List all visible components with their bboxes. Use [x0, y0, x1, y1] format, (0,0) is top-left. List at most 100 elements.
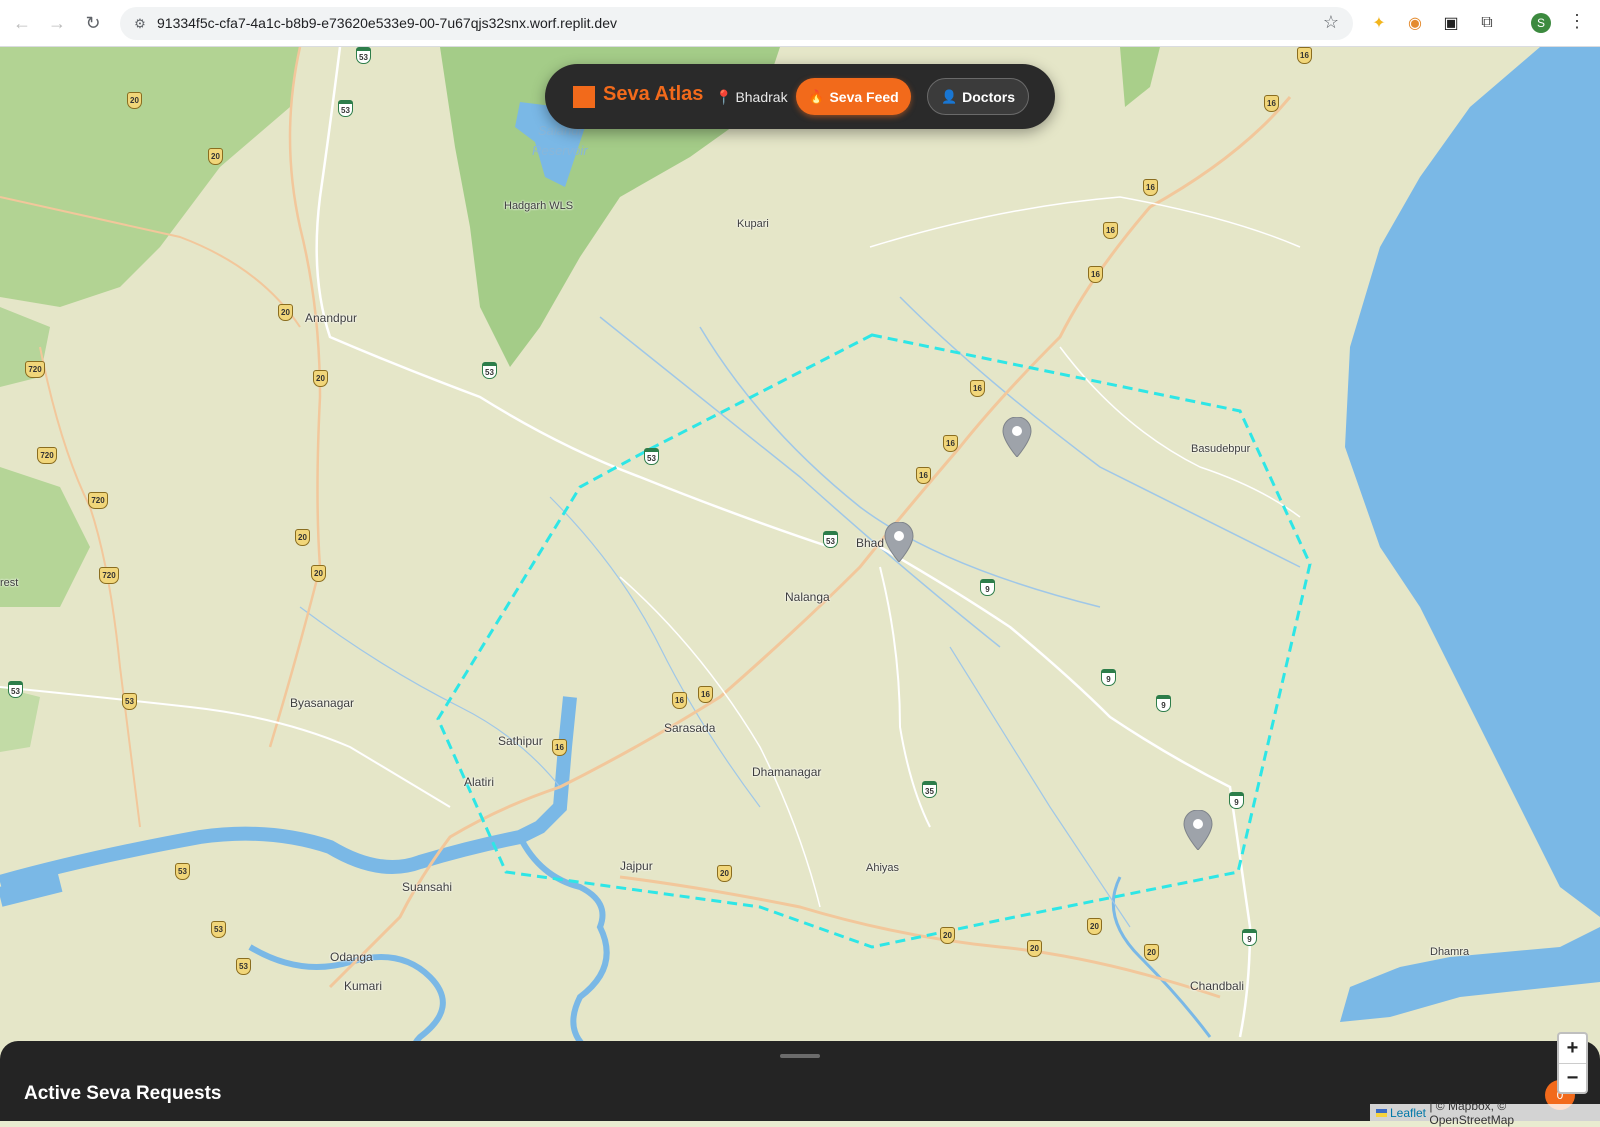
app-header: Seva Atlas 📍 Bhadrak 🔥 Seva Feed 👤 Doctors: [545, 64, 1055, 129]
zoom-in-button[interactable]: +: [1559, 1034, 1586, 1064]
highway-shield: 20: [1144, 944, 1159, 961]
highway-shield: 20: [313, 370, 328, 387]
address-bar[interactable]: ⚙ 91334f5c-cfa7-4a1c-b8b9-e73620e533e9-0…: [120, 7, 1353, 40]
highway-shield: 720: [25, 361, 45, 378]
highway-shield: 16: [1297, 47, 1312, 64]
place-dhamra: Dhamra: [1430, 946, 1470, 958]
place-sarasada: Sarasada: [664, 721, 716, 735]
highway-shield: 20: [278, 304, 293, 321]
map-attribution: Leaflet | © Mapbox, © OpenStreetMap: [1370, 1099, 1600, 1127]
highway-shield: 16: [1143, 179, 1158, 196]
highway-shield: 53: [236, 958, 251, 975]
highway-shield: 720: [88, 492, 108, 509]
drag-handle[interactable]: [780, 1054, 820, 1058]
forward-arrow-icon[interactable]: →: [44, 10, 70, 36]
zoom-out-button[interactable]: −: [1559, 1064, 1586, 1093]
place-kupari: Kupari: [737, 218, 769, 230]
seva-feed-button[interactable]: 🔥 Seva Feed: [796, 78, 911, 115]
seva-feed-label: Seva Feed: [829, 88, 899, 105]
back-arrow-icon[interactable]: ←: [9, 10, 35, 36]
highway-shield: 53: [8, 681, 23, 698]
place-alatiri: Alatiri: [464, 775, 495, 789]
highway-shield: 20: [940, 927, 955, 944]
browser-toolbar: ← → ↻ ⚙ 91334f5c-cfa7-4a1c-b8b9-e73620e5…: [0, 0, 1600, 47]
highway-shield: 20: [311, 565, 326, 582]
tab-search-icon[interactable]: ▣: [1440, 12, 1462, 34]
map[interactable]: Salandi Reservoir Hadgarh WLS Kupari Ana…: [0, 47, 1600, 1121]
place-kumari: Kumari: [344, 979, 383, 993]
highway-shield: 16: [1103, 222, 1118, 239]
doctor-icon: 👤: [940, 88, 958, 104]
sheet-title: Active Seva Requests: [24, 1083, 222, 1104]
highway-shield: 720: [99, 567, 119, 584]
highway-shield: 53: [122, 693, 137, 710]
highway-shield: 9: [1156, 695, 1171, 712]
highway-shield: 9: [1229, 792, 1244, 809]
more-vert-icon[interactable]: ⋮: [1568, 11, 1586, 32]
highway-shield: 20: [1027, 940, 1042, 957]
highway-shield: 20: [1087, 918, 1102, 935]
place-rest: rest: [0, 577, 19, 589]
pin-icon: 📍: [715, 89, 733, 105]
place-odanga: Odanga: [330, 950, 373, 964]
highway-shield: 9: [980, 579, 995, 596]
place-chandbali: Chandbali: [1190, 979, 1245, 993]
map-marker-icon[interactable]: [1183, 810, 1213, 850]
highway-shield: 16: [970, 380, 985, 397]
place-anandpur: Anandpur: [305, 311, 358, 325]
location-indicator[interactable]: 📍 Bhadrak: [715, 89, 788, 106]
highway-shield: 16: [1088, 266, 1103, 283]
highway-shield: 20: [208, 148, 223, 165]
highway-shield: 9: [1242, 929, 1257, 946]
extension-icon[interactable]: ◉: [1404, 12, 1426, 34]
attribution-text: | © Mapbox, © OpenStreetMap: [1429, 1098, 1515, 1127]
site-info-icon[interactable]: ⚙: [130, 14, 150, 34]
highway-shield: 16: [698, 686, 713, 703]
highway-shield: 16: [916, 467, 931, 484]
highway-shield: 53: [338, 100, 353, 117]
map-marker-icon[interactable]: [1002, 417, 1032, 457]
highway-shield: 53: [823, 531, 838, 548]
brand-title: Seva Atlas: [603, 83, 704, 105]
place-jajpur: Jajpur: [620, 859, 653, 873]
highway-shield: 53: [482, 362, 497, 379]
logo-square-icon: [573, 86, 595, 108]
requests-sheet[interactable]: Active Seva Requests: [0, 1041, 1600, 1121]
highway-shield: 53: [211, 921, 226, 938]
highway-shield: 53: [356, 47, 371, 64]
highway-shield: 53: [644, 448, 659, 465]
place-bhadrak: Bhad: [856, 536, 885, 550]
ukraine-flag-icon: [1376, 1108, 1387, 1117]
puzzle-icon[interactable]: ⧉: [1476, 12, 1498, 34]
avatar[interactable]: S: [1531, 13, 1551, 33]
highway-shield: 20: [127, 92, 142, 109]
highway-shield: 720: [37, 447, 57, 464]
place-suansahi: Suansahi: [402, 880, 453, 894]
highway-shield: 16: [1264, 95, 1279, 112]
star-icon[interactable]: ☆: [1323, 12, 1339, 33]
doctors-button[interactable]: 👤 Doctors: [927, 78, 1029, 115]
location-label: Bhadrak: [735, 89, 788, 105]
place-nalanga: Nalanga: [785, 590, 830, 604]
place-ahiyas: Ahiyas: [866, 862, 900, 874]
highway-shield: 16: [943, 435, 958, 452]
reload-icon[interactable]: ↻: [80, 10, 106, 36]
place-hadgarh: Hadgarh WLS: [504, 200, 574, 212]
sparkle-icon[interactable]: ✦: [1368, 12, 1390, 34]
doctors-label: Doctors: [962, 88, 1016, 105]
highway-shield: 16: [552, 739, 567, 756]
highway-shield: 20: [717, 865, 732, 882]
map-marker-icon[interactable]: [884, 522, 914, 562]
highway-shield: 20: [295, 529, 310, 546]
highway-shield: 9: [1101, 669, 1116, 686]
zoom-control: + −: [1557, 1032, 1588, 1094]
place-basudebpur: Basudebpur: [1191, 443, 1251, 455]
highway-shield: 16: [672, 692, 687, 709]
place-reservoir: Reservoir: [532, 143, 588, 158]
url-text[interactable]: 91334f5c-cfa7-4a1c-b8b9-e73620e533e9-00-…: [157, 15, 617, 31]
leaflet-link[interactable]: Leaflet: [1390, 1106, 1426, 1120]
highway-shield: 53: [175, 863, 190, 880]
place-byasanagar: Byasanagar: [290, 696, 355, 710]
place-sathipur: Sathipur: [498, 734, 543, 748]
flame-icon: 🔥: [808, 88, 825, 104]
